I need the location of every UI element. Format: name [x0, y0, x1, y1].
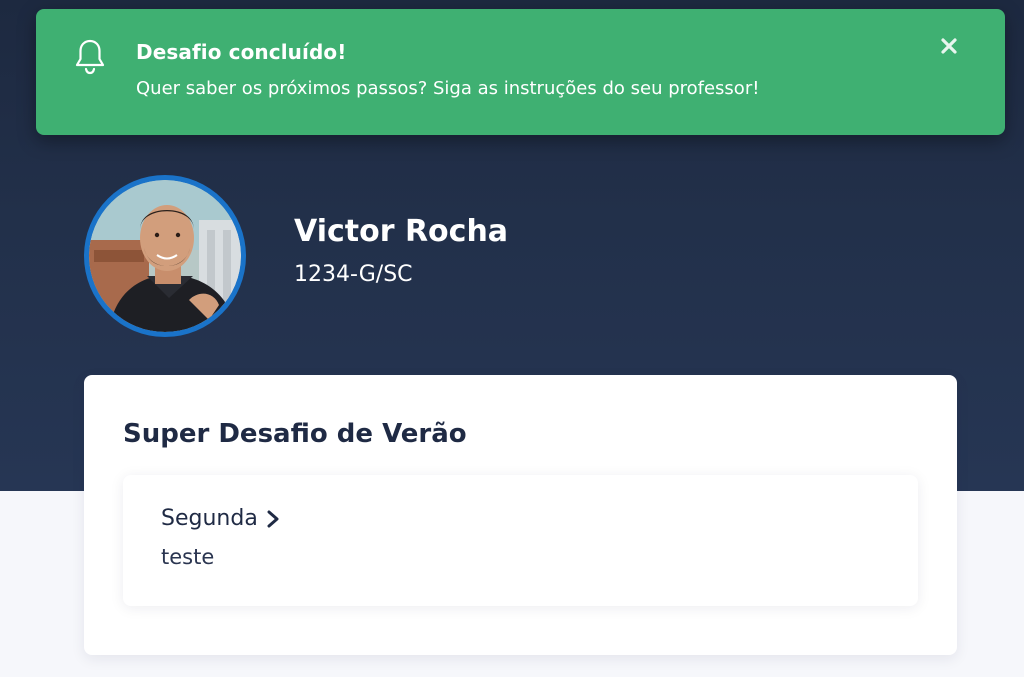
notification-title: Desafio concluído! [136, 40, 347, 64]
profile-photo [89, 180, 241, 332]
chevron-right-icon [267, 510, 279, 527]
user-code: 1234-G/SC [294, 262, 413, 287]
bell-icon [75, 39, 105, 75]
day-title[interactable]: Segunda [161, 506, 280, 531]
day-description: teste [161, 545, 215, 569]
success-notification: Desafio concluído! Quer saber os próximo… [36, 9, 1005, 135]
avatar [84, 175, 246, 337]
challenge-card: Super Desafio de Verão Segunda teste [84, 375, 957, 655]
notification-message: Quer saber os próximos passos? Siga as i… [136, 78, 760, 99]
day-label: Segunda [161, 506, 258, 531]
challenge-title: Super Desafio de Verão [123, 419, 467, 449]
close-icon[interactable] [936, 33, 962, 59]
challenge-day-item[interactable]: Segunda teste [123, 475, 918, 606]
user-name: Victor Rocha [294, 214, 509, 249]
